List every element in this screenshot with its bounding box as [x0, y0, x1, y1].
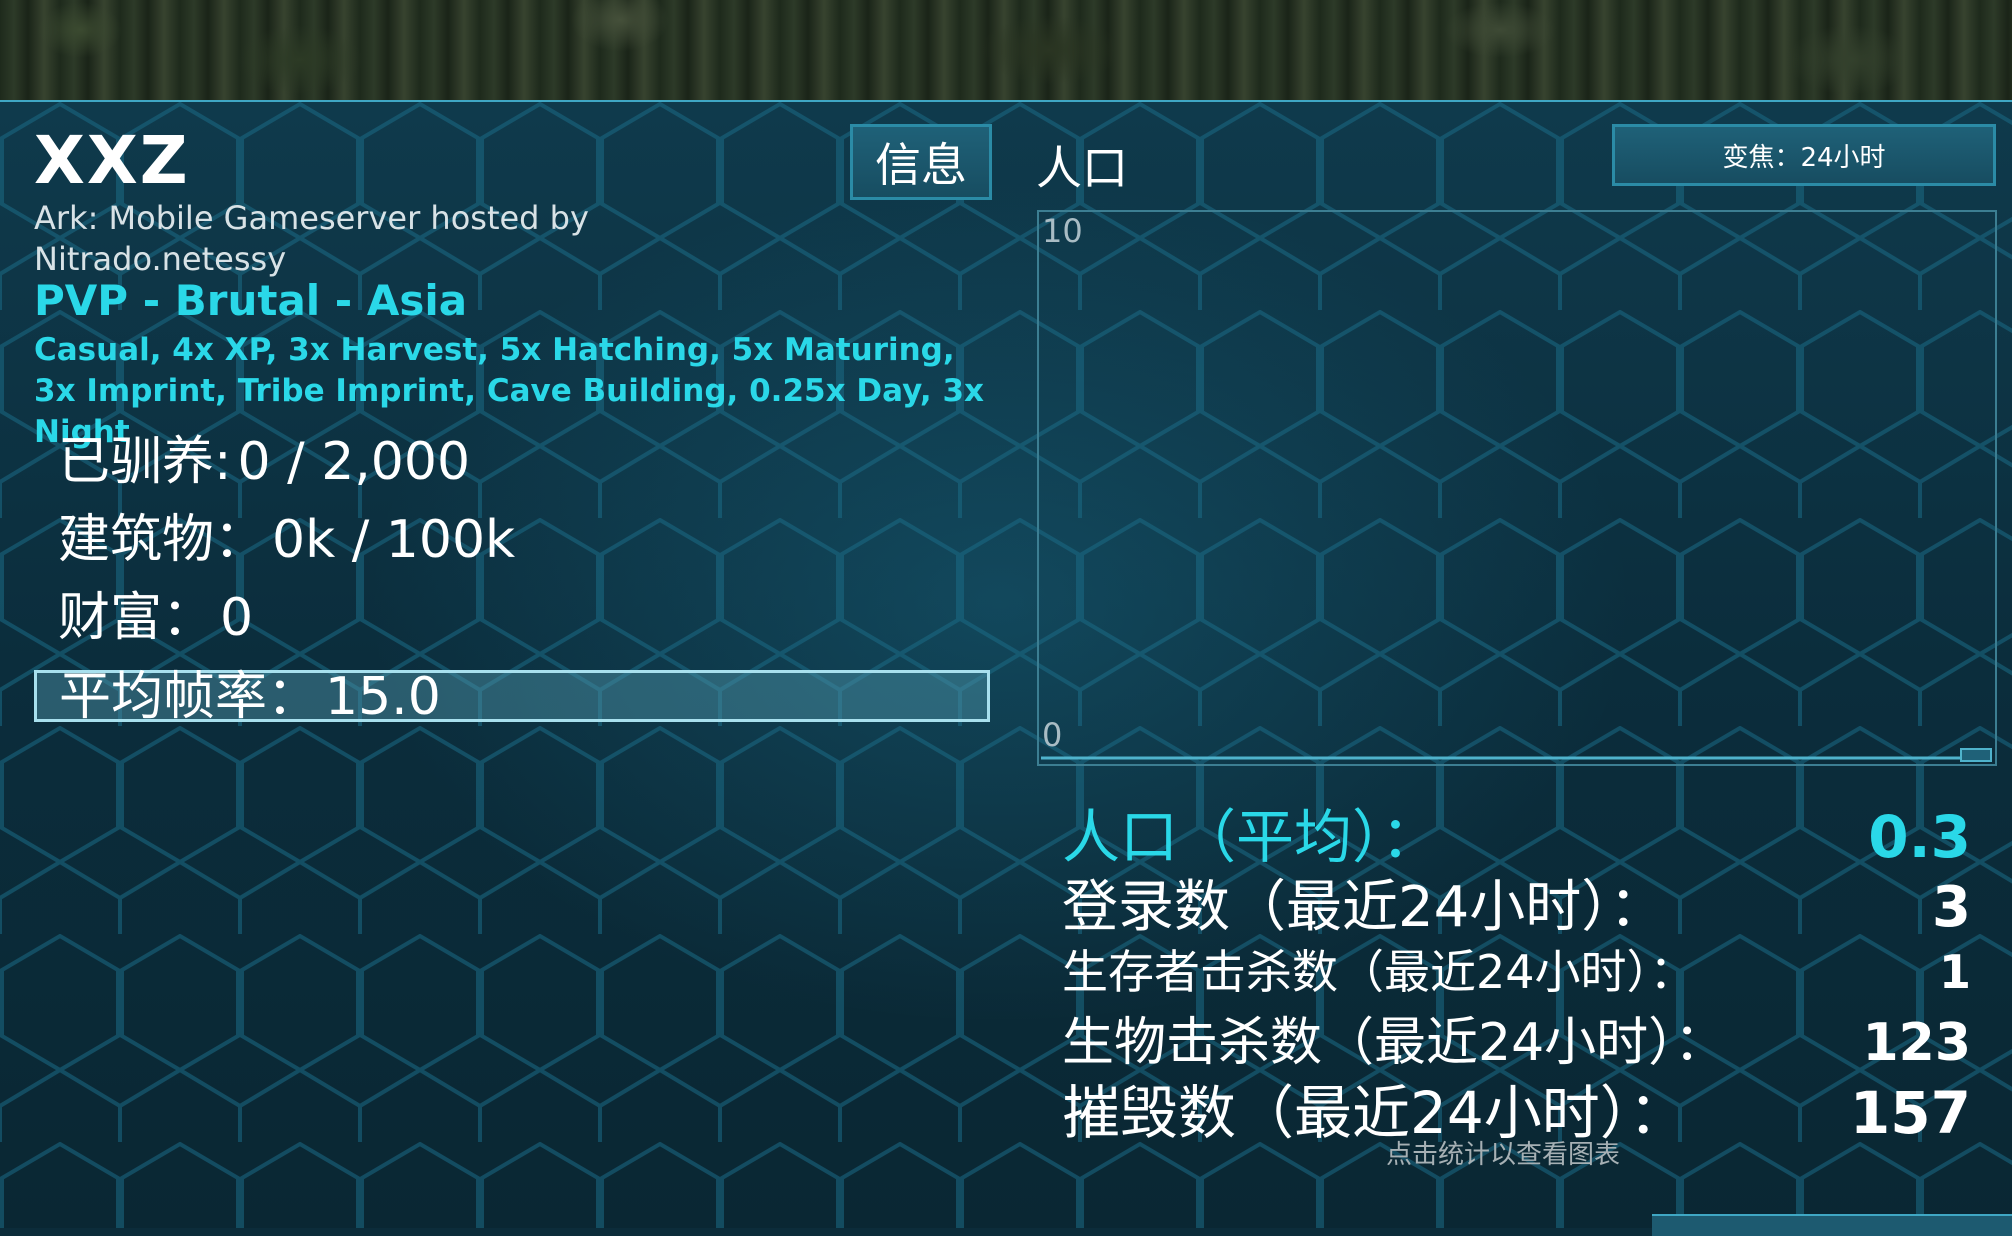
server-host-text: Ark: Mobile Gameserver hosted by Nitrado…	[34, 199, 589, 278]
chart-scroll-handle[interactable]	[1960, 748, 1992, 762]
tab-info[interactable]: 信息	[850, 124, 992, 200]
bottom-button-edge[interactable]	[1652, 1214, 2012, 1236]
structures-value: 0k / 100k	[272, 510, 516, 570]
chart-hint: 点击统计以查看图表	[1386, 1140, 1621, 1170]
stat-value: 3	[1932, 875, 1971, 940]
y-axis-max-label: 10	[1042, 212, 1083, 250]
stat-value: 1	[1938, 945, 1971, 999]
population-chart[interactable]	[1037, 210, 1997, 766]
tamed-label: 已驯养:	[58, 432, 232, 492]
fps-stat: 平均帧率： 15.0	[59, 671, 441, 723]
server-mode: PVP - Brutal - Asia	[34, 276, 468, 325]
tamed-stat[interactable]: 已驯养: 0 / 2,000	[58, 436, 470, 488]
stat-row-survivor-kills[interactable]: 生存者击杀数（最近24小时）： 1	[1062, 936, 1971, 1002]
stat-label: 生存者击杀数（最近24小时）：	[1062, 945, 1696, 999]
stat-value: 0.3	[1868, 803, 1971, 871]
y-axis-min-label: 0	[1042, 716, 1063, 754]
stat-row-creature-kills[interactable]: 生物击杀数（最近24小时）： 123	[1062, 1000, 1971, 1075]
stat-label: 生物击杀数（最近24小时）：	[1062, 1013, 1727, 1073]
zoom-button[interactable]: 变焦：24小时	[1612, 124, 1996, 186]
wealth-label: 财富：	[58, 588, 215, 648]
structures-stat[interactable]: 建筑物： 0k / 100k	[58, 514, 515, 566]
fps-stat-selected[interactable]: 平均帧率： 15.0	[34, 670, 990, 723]
server-name: XXZ	[34, 122, 190, 199]
wealth-stat[interactable]: 财富： 0	[58, 592, 253, 644]
background-scenery	[0, 0, 2012, 100]
fps-label: 平均帧率：	[59, 667, 320, 727]
wealth-value: 0	[220, 588, 254, 648]
tab-population[interactable]: 人口	[1036, 132, 1128, 198]
server-info-panel: XXZ Ark: Mobile Gameserver hosted by Nit…	[0, 100, 2012, 1236]
tamed-value: 0 / 2,000	[237, 432, 471, 492]
structures-label: 建筑物：	[58, 510, 267, 570]
stat-value: 157	[1849, 1079, 1971, 1147]
stat-label: 登录数（最近24小时）：	[1062, 875, 1666, 940]
stat-row-logins[interactable]: 登录数（最近24小时）： 3	[1062, 862, 1971, 943]
fps-value: 15.0	[325, 667, 441, 727]
stat-value: 123	[1862, 1013, 1971, 1073]
chart-svg	[1041, 756, 1989, 760]
